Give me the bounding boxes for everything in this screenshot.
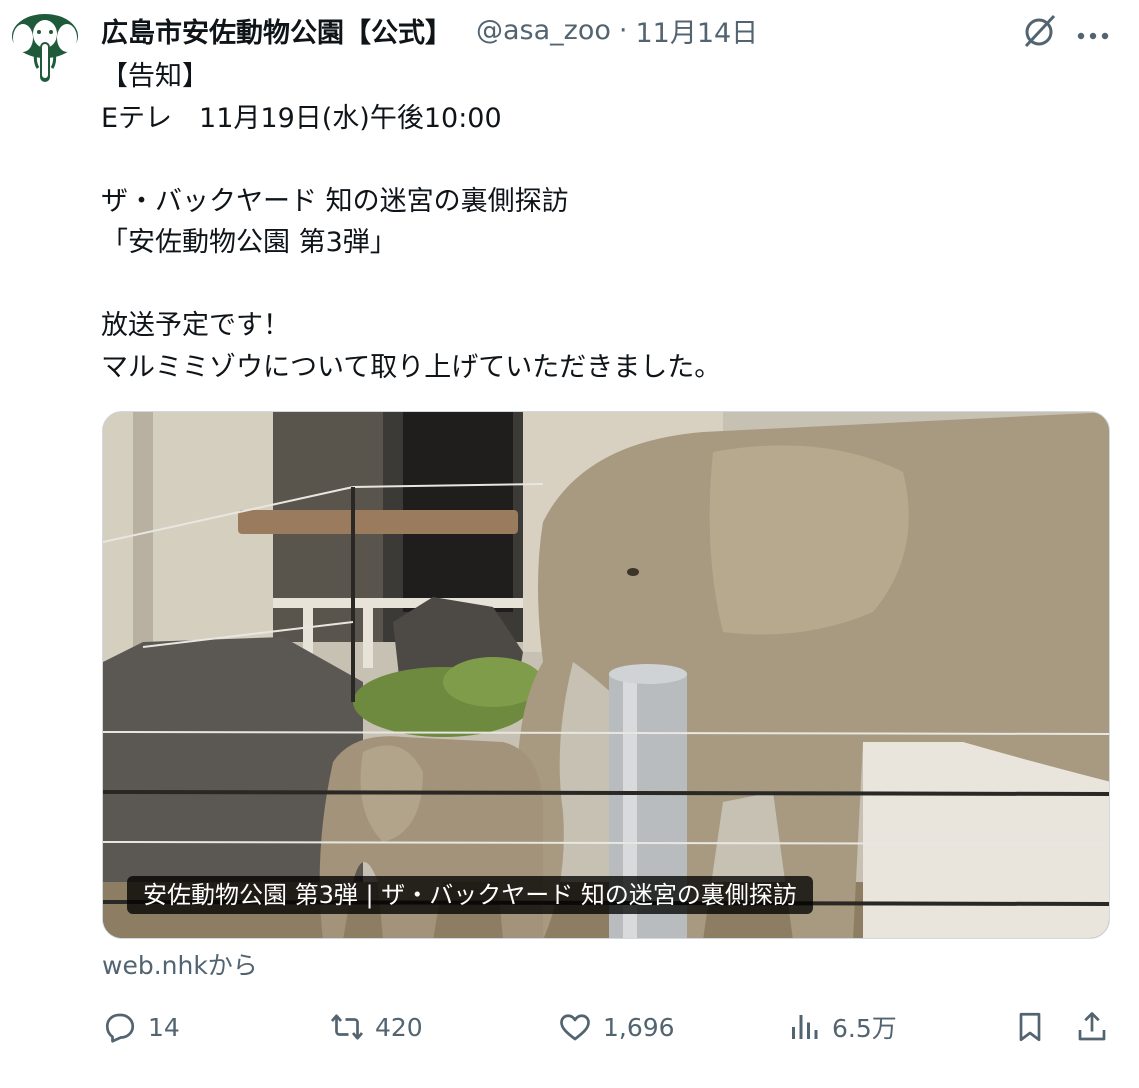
share-button[interactable]	[1074, 1005, 1110, 1049]
heart-icon	[560, 1014, 590, 1041]
retweet-button[interactable]: 420	[329, 1005, 423, 1049]
elephant-photo	[103, 412, 1109, 938]
retweet-icon	[330, 1014, 364, 1040]
views-button[interactable]: 6.5万	[786, 1005, 897, 1049]
tweet-header: 広島市安佐動物公園【公式】 @asa_zoo · 11月14日	[101, 10, 758, 50]
link-source[interactable]: web.nhkから	[102, 946, 258, 982]
tweet-text: 【告知】 Eテレ 11月19日(水)午後10:00 ザ・バックヤード 知の迷宮の…	[101, 61, 722, 383]
more-options-icon[interactable]	[1076, 26, 1110, 40]
views-count: 6.5万	[832, 1014, 897, 1043]
tweet-date[interactable]: 11月14日	[635, 11, 758, 50]
elephant-logo-icon	[12, 14, 78, 82]
views-chart-icon	[792, 1015, 818, 1039]
tweet-card: 広島市安佐動物公園【公式】 @asa_zoo · 11月14日 【告知】 Eテレ…	[0, 0, 1139, 1088]
reply-count: 14	[148, 1012, 180, 1042]
separator: ·	[618, 14, 628, 46]
reply-button[interactable]: 14	[102, 1005, 180, 1049]
like-button[interactable]: 1,696	[557, 1005, 675, 1049]
retweet-count: 420	[375, 1012, 423, 1042]
media-caption: 安佐動物公園 第3弾 | ザ・バックヤード 知の迷宮の裏側探訪	[127, 876, 813, 914]
like-count: 1,696	[603, 1012, 675, 1042]
bookmark-icon	[1019, 1012, 1041, 1042]
reply-icon	[105, 1013, 135, 1043]
user-handle[interactable]: @asa_zoo	[476, 15, 611, 46]
grok-icon[interactable]	[1020, 12, 1058, 50]
media-card[interactable]: 安佐動物公園 第3弾 | ザ・バックヤード 知の迷宮の裏側探訪	[102, 411, 1110, 939]
avatar[interactable]	[10, 10, 80, 86]
bookmark-button[interactable]	[1012, 1005, 1048, 1049]
share-icon	[1078, 1012, 1106, 1041]
display-name[interactable]: 広島市安佐動物公園【公式】	[101, 11, 452, 50]
